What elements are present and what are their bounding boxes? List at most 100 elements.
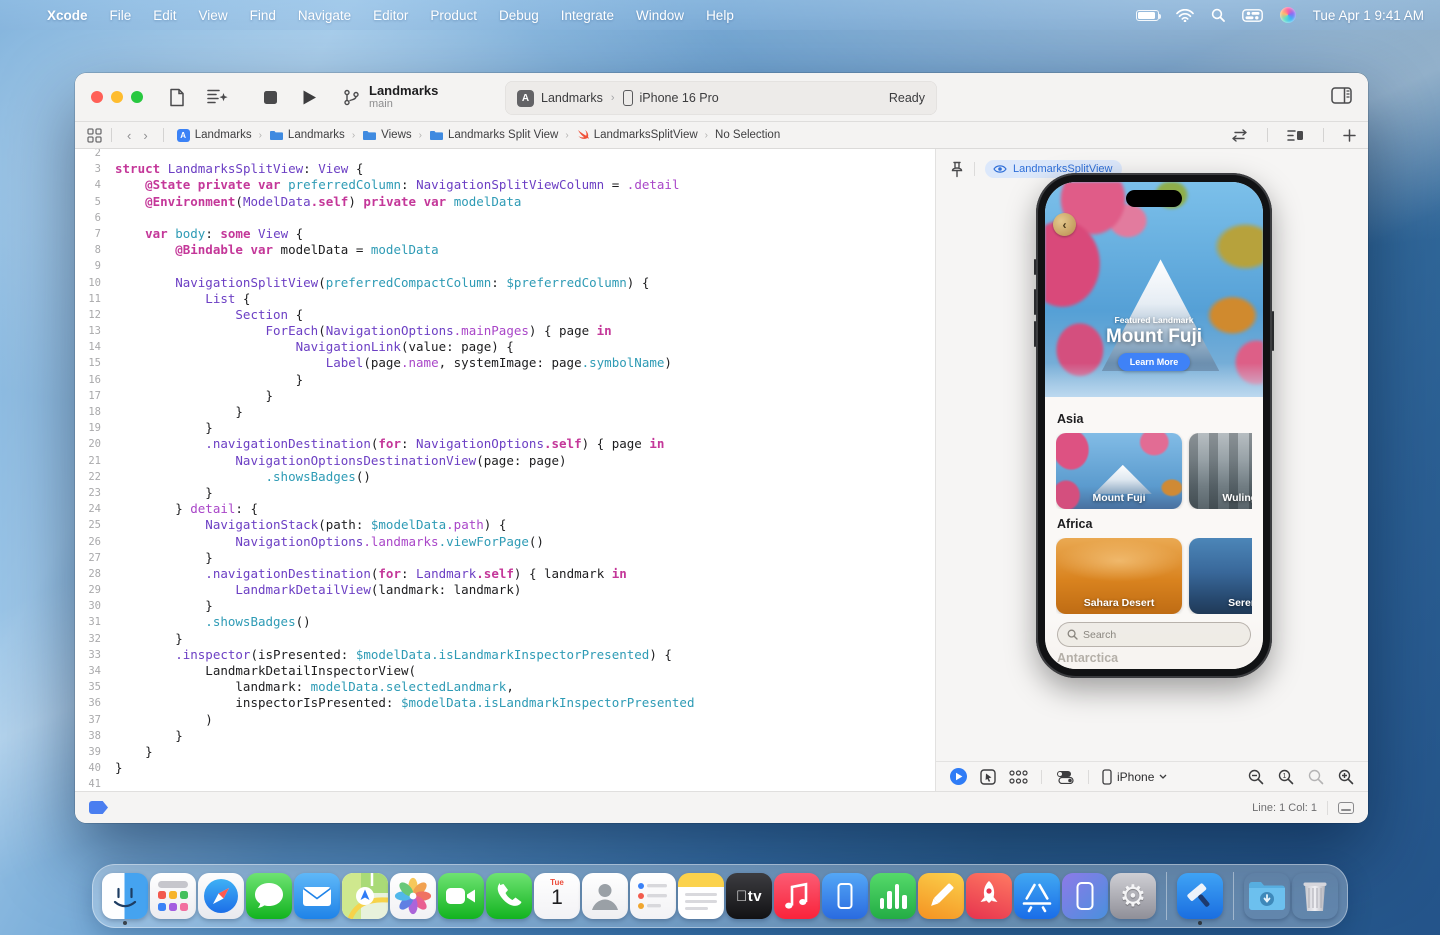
stop-button[interactable] <box>263 90 278 105</box>
line-number[interactable]: 3 <box>75 161 101 177</box>
featured-landmark-hero[interactable]: Featured Landmark Mount Fuji Learn More <box>1045 182 1263 397</box>
dock-phone-icon[interactable] <box>486 873 532 919</box>
minimap-toggle-icon[interactable] <box>1338 802 1354 814</box>
line-number[interactable]: 40 <box>75 760 101 776</box>
breadcrumb-item[interactable]: No Selection <box>715 129 780 141</box>
landmark-card[interactable]: Mount Fuji <box>1056 433 1182 509</box>
line-number[interactable]: 23 <box>75 485 101 501</box>
battery-icon[interactable] <box>1136 10 1159 21</box>
line-number[interactable]: 14 <box>75 339 101 355</box>
breadcrumb-item[interactable]: Landmarks Split View <box>429 129 558 141</box>
menu-item-find[interactable]: Find <box>239 8 287 23</box>
swap-editor-icon[interactable] <box>1231 129 1248 142</box>
line-number[interactable]: 22 <box>75 469 101 485</box>
line-number[interactable]: 5 <box>75 194 101 210</box>
dock-mail-icon[interactable] <box>294 873 340 919</box>
menu-bar-clock[interactable]: Tue Apr 1 9:41 AM <box>1313 8 1424 23</box>
line-number[interactable]: 9 <box>75 258 101 274</box>
line-number[interactable]: 30 <box>75 598 101 614</box>
learn-more-button[interactable]: Learn More <box>1118 353 1191 371</box>
editor-layout-icon[interactable] <box>1287 129 1304 142</box>
breakpoint-indicator[interactable] <box>89 801 108 814</box>
dock-trash-icon[interactable] <box>1292 873 1338 919</box>
dock-messages-icon[interactable] <box>246 873 292 919</box>
line-number[interactable]: 6 <box>75 210 101 226</box>
menu-item-edit[interactable]: Edit <box>142 8 187 23</box>
menu-item-editor[interactable]: Editor <box>362 8 419 23</box>
editor-actions-icon[interactable] <box>207 88 229 106</box>
line-number[interactable]: 21 <box>75 453 101 469</box>
landmark-card[interactable]: Sahara Desert <box>1056 538 1182 614</box>
line-number[interactable]: 16 <box>75 372 101 388</box>
dock-xcode-icon[interactable] <box>1177 873 1223 919</box>
line-number[interactable]: 11 <box>75 291 101 307</box>
target-name[interactable]: Landmarks <box>541 91 603 105</box>
line-number[interactable]: 4 <box>75 177 101 193</box>
wifi-icon[interactable] <box>1176 9 1194 22</box>
selectable-mode-button[interactable] <box>980 769 996 785</box>
dock-device-icon[interactable] <box>822 873 868 919</box>
search-bar[interactable]: Search <box>1057 622 1251 647</box>
line-number[interactable]: 18 <box>75 404 101 420</box>
dock-downloads-icon[interactable] <box>1244 873 1290 919</box>
menu-item-window[interactable]: Window <box>625 8 695 23</box>
landmark-card[interactable]: Wulingyuan <box>1189 433 1252 509</box>
source-editor[interactable]: 23struct LandmarksSplitView: View {4@Sta… <box>75 149 935 791</box>
siri-icon[interactable] <box>1280 7 1296 23</box>
dock-music-icon[interactable] <box>774 873 820 919</box>
dock-reminders-icon[interactable] <box>630 873 676 919</box>
zoom-in-icon[interactable] <box>1338 769 1354 785</box>
line-number[interactable]: 32 <box>75 631 101 647</box>
line-number[interactable]: 38 <box>75 728 101 744</box>
dock-iphone-mirroring-icon[interactable] <box>1062 873 1108 919</box>
line-number[interactable]: 7 <box>75 226 101 242</box>
line-number[interactable]: 15 <box>75 355 101 371</box>
menu-item-integrate[interactable]: Integrate <box>550 8 625 23</box>
preview-back-button[interactable]: ‹ <box>1053 213 1076 236</box>
dock-app-store-icon[interactable] <box>1014 873 1060 919</box>
menu-item-file[interactable]: File <box>99 8 143 23</box>
dock-photos-icon[interactable] <box>390 873 436 919</box>
line-number[interactable]: 25 <box>75 517 101 533</box>
inspector-toggle-icon[interactable] <box>1331 87 1352 104</box>
run-button[interactable] <box>302 89 317 106</box>
spotlight-search-icon[interactable] <box>1211 8 1225 22</box>
line-number[interactable]: 33 <box>75 647 101 663</box>
line-number[interactable]: 31 <box>75 614 101 630</box>
breadcrumb-item[interactable]: LandmarksSplitView <box>576 129 698 141</box>
dock-pencil-icon[interactable] <box>918 873 964 919</box>
device-settings-button[interactable] <box>1055 770 1075 784</box>
preview-device-picker[interactable]: iPhone <box>1102 769 1167 785</box>
line-number[interactable]: 24 <box>75 501 101 517</box>
dock-notes-icon[interactable] <box>678 873 724 919</box>
dock-settings-icon[interactable]: ⚙ <box>1110 873 1156 919</box>
line-number[interactable]: 39 <box>75 744 101 760</box>
dock-contacts-icon[interactable] <box>582 873 628 919</box>
pin-icon[interactable] <box>950 161 964 178</box>
dock-maps-icon[interactable] <box>342 873 388 919</box>
live-preview-mode-button[interactable] <box>950 768 967 785</box>
menu-item-debug[interactable]: Debug <box>488 8 550 23</box>
menu-item-view[interactable]: View <box>188 8 239 23</box>
zoom-100-icon[interactable]: 1 <box>1278 769 1294 785</box>
breadcrumb-item[interactable]: Landmarks <box>269 129 345 141</box>
back-button[interactable]: ‹ <box>121 128 137 143</box>
dock-bar-chart-icon[interactable] <box>870 873 916 919</box>
zoom-window-button[interactable] <box>131 91 143 103</box>
line-number[interactable]: 8 <box>75 242 101 258</box>
line-number[interactable]: 10 <box>75 275 101 291</box>
line-number[interactable]: 34 <box>75 663 101 679</box>
forward-button[interactable]: › <box>137 128 153 143</box>
line-number[interactable]: 26 <box>75 534 101 550</box>
line-number[interactable]: 35 <box>75 679 101 695</box>
add-editor-icon[interactable] <box>1343 129 1356 142</box>
line-number[interactable]: 37 <box>75 712 101 728</box>
line-number[interactable]: 13 <box>75 323 101 339</box>
variants-mode-button[interactable] <box>1009 770 1028 784</box>
run-destination[interactable]: iPhone 16 Pro <box>640 91 719 105</box>
line-number[interactable]: 41 <box>75 776 101 791</box>
dock-safari-icon[interactable] <box>198 873 244 919</box>
breadcrumb-item[interactable]: Views <box>362 129 411 141</box>
minimize-window-button[interactable] <box>111 91 123 103</box>
line-number[interactable]: 20 <box>75 436 101 452</box>
